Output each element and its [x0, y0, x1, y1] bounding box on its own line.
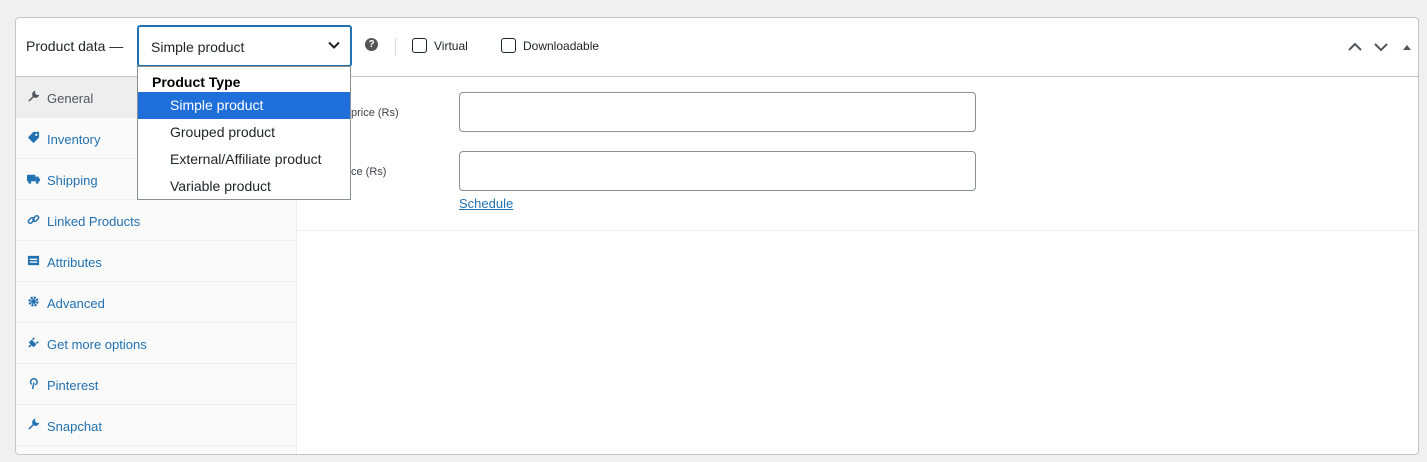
dropdown-group-label: Product Type: [152, 74, 241, 90]
tab-get-more-options[interactable]: Get more options: [16, 323, 297, 364]
wrench-icon: [28, 90, 40, 102]
tab-label: Inventory: [47, 132, 101, 147]
tag-icon: [27, 131, 40, 144]
tab-label: Get more options: [47, 337, 147, 352]
list-icon: [27, 255, 40, 266]
tab-label: Linked Products: [47, 214, 141, 229]
product-type-select[interactable]: Simple product: [137, 25, 352, 67]
tab-label: Snapchat: [47, 419, 102, 434]
question-circle-icon[interactable]: ?: [365, 38, 378, 51]
tab-label: General: [47, 91, 94, 106]
virtual-label: Virtual: [434, 39, 468, 53]
plugin-icon: [28, 337, 39, 348]
tab-label: Shipping: [47, 173, 98, 188]
tab-label: Pinterest: [47, 378, 99, 393]
chevron-up-icon[interactable]: [1346, 38, 1364, 56]
panel-title: Product data —: [26, 38, 124, 54]
chevron-down-icon[interactable]: [1372, 38, 1390, 56]
tab-snapchat[interactable]: Snapchat: [16, 405, 297, 446]
option-grouped-product[interactable]: Grouped product: [138, 119, 350, 146]
tab-advanced[interactable]: Advanced: [16, 282, 297, 323]
schedule-link[interactable]: Schedule: [459, 196, 513, 211]
sale-price-label: ce (Rs): [351, 166, 387, 178]
tab-pinterest[interactable]: Pinterest: [16, 364, 297, 405]
general-tab-panel: price (Rs) ce (Rs) Schedule: [297, 77, 1418, 231]
tab-attributes[interactable]: Attributes: [16, 241, 297, 282]
option-simple-product[interactable]: Simple product: [138, 92, 350, 119]
divider: [395, 38, 396, 56]
option-external-affiliate-product[interactable]: External/Affiliate product: [138, 146, 350, 173]
tab-linked-products[interactable]: Linked Products: [16, 200, 297, 241]
sale-price-input[interactable]: [459, 151, 976, 191]
pinterest-icon: [29, 378, 38, 390]
chevron-down-icon: [328, 41, 340, 49]
regular-price-input[interactable]: [459, 92, 976, 132]
product-type-dropdown: Product Type Simple product Grouped prod…: [137, 66, 351, 200]
gear-icon: [28, 296, 39, 307]
product-type-selected-value: Simple product: [151, 39, 245, 55]
virtual-checkbox[interactable]: [412, 38, 427, 53]
tab-label: Attributes: [47, 255, 102, 270]
truck-icon: [27, 174, 40, 184]
wrench-icon: [28, 418, 40, 430]
triangle-up-icon[interactable]: [1398, 38, 1416, 56]
link-icon: [27, 214, 40, 225]
tab-label: Advanced: [47, 296, 105, 311]
option-variable-product[interactable]: Variable product: [138, 173, 350, 200]
downloadable-checkbox[interactable]: [501, 38, 516, 53]
downloadable-label: Downloadable: [523, 39, 600, 53]
regular-price-label: price (Rs): [351, 107, 399, 119]
